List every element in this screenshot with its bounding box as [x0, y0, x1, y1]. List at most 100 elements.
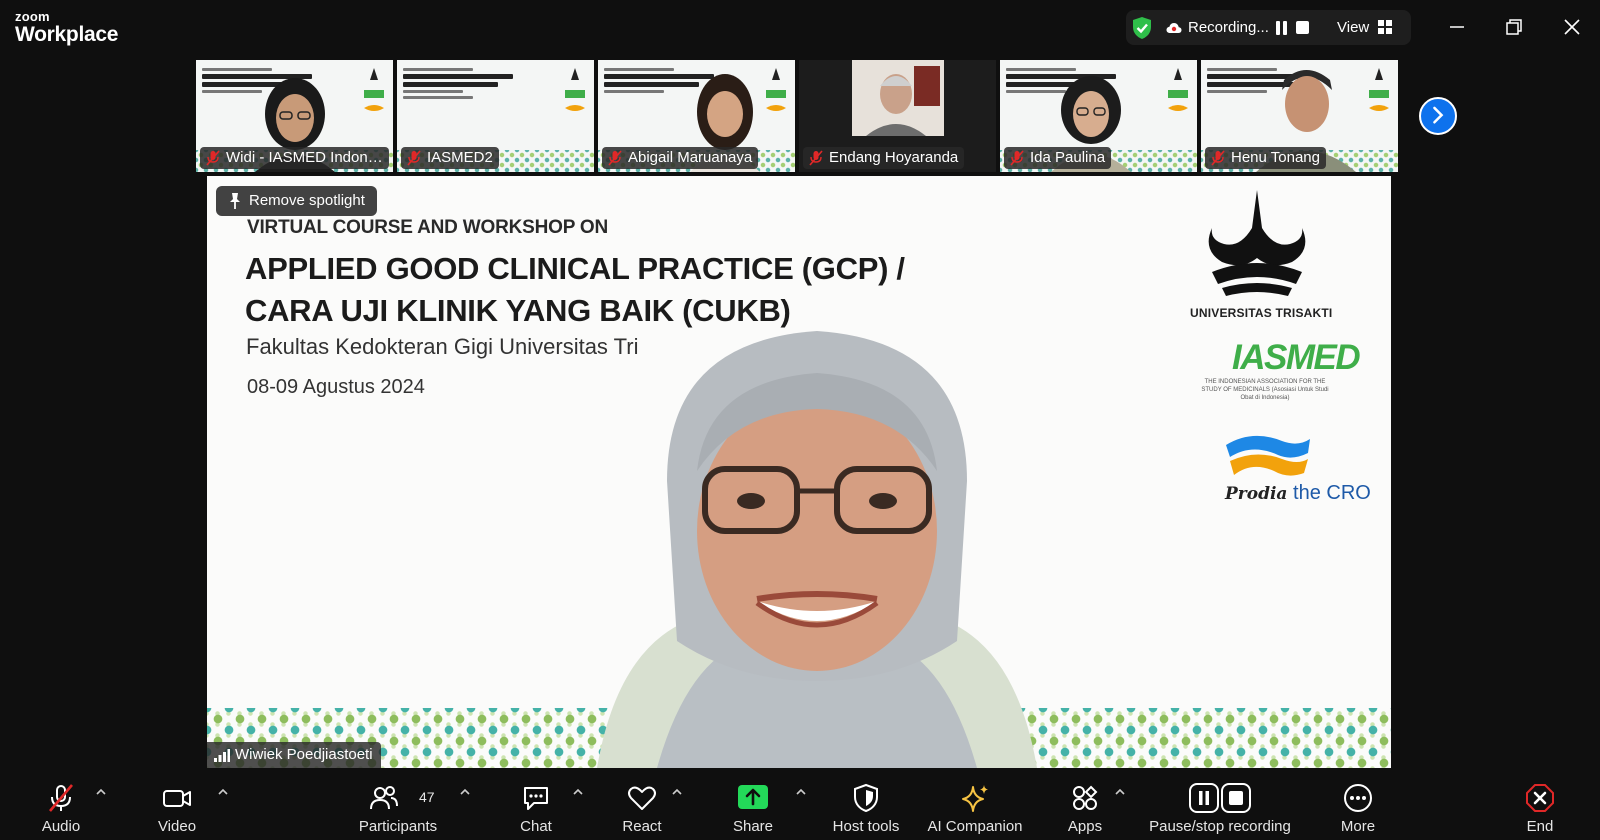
video-button[interactable]: Video: [146, 770, 208, 840]
meeting-toolbar: Audio Video Participants 47 Chat React S…: [0, 770, 1600, 840]
participant-name: IASMED2: [427, 149, 493, 166]
cro-suffix: the CRO: [1293, 482, 1371, 504]
participant-name: Henu Tonang: [1231, 149, 1320, 166]
trisakti-logo-icon: [1208, 190, 1306, 296]
pin-icon: [230, 193, 240, 209]
audio-options-chevron-up-icon[interactable]: [95, 788, 107, 796]
apps-button[interactable]: Apps: [1054, 770, 1116, 840]
react-options-chevron-up-icon[interactable]: [671, 788, 683, 796]
grid-view-icon[interactable]: [1378, 20, 1392, 34]
thumbnail-tile[interactable]: IASMED2: [397, 60, 594, 172]
signal-bars-icon: [214, 749, 230, 762]
ai-sparkle-icon: [962, 785, 988, 812]
pause-stop-recording-icon: [1189, 783, 1251, 813]
participant-name: Endang Hoyaranda: [829, 149, 959, 166]
stop-recording-icon[interactable]: [1296, 21, 1309, 34]
prodia-cro-logo-text: Prodia the CRO: [1225, 482, 1371, 505]
share-options-chevron-up-icon[interactable]: [795, 788, 807, 796]
prodia-cro-wave-icon: [1226, 435, 1310, 476]
mic-muted-icon: [49, 784, 73, 812]
apps-icon: [1073, 785, 1098, 810]
restore-icon[interactable]: [1499, 12, 1529, 42]
slide-title-line-1: APPLIED GOOD CLINICAL PRACTICE (GCP) /: [245, 251, 905, 286]
video-label: Video: [157, 818, 197, 835]
more-icon: [1344, 784, 1372, 812]
thumbnail-tile[interactable]: Henu Tonang: [1201, 60, 1398, 172]
close-icon[interactable]: [1557, 12, 1587, 42]
participant-name-tag: Widi - IASMED Indone...: [200, 147, 389, 169]
participant-name-tag: Abigail Maruanaya: [602, 147, 759, 169]
participant-name-tag: IASMED2: [401, 147, 499, 169]
react-label: React: [622, 818, 662, 835]
thumbnail-tile[interactable]: Abigail Maruanaya: [598, 60, 795, 172]
participants-icon: [370, 786, 398, 810]
slide-logos-mini: [1168, 68, 1188, 111]
audio-button[interactable]: Audio: [30, 770, 92, 840]
trisakti-logo-text: UNIVERSITAS TRISAKTI: [1190, 306, 1333, 320]
pause-stop-recording-label: Pause/stop recording: [1149, 818, 1291, 835]
slide-subtitle: VIRTUAL COURSE AND WORKSHOP ON: [247, 217, 609, 238]
end-meeting-button[interactable]: End: [1509, 770, 1571, 840]
share-screen-icon: [738, 785, 768, 809]
recording-status: Recording...: [1188, 19, 1269, 36]
presenter-video: [597, 331, 1037, 768]
participant-name-tag: Ida Paulina: [1004, 147, 1112, 169]
video-camera-icon: [163, 790, 191, 807]
title-bar: zoom Workplace Recording... View: [0, 0, 1600, 56]
ai-companion-button[interactable]: AI Companion: [922, 770, 1028, 840]
heart-icon: [628, 786, 656, 810]
thumbnail-tile[interactable]: Widi - IASMED Indone...: [196, 60, 393, 172]
audio-label: Audio: [41, 818, 81, 835]
end-close-icon: [1526, 784, 1554, 812]
remove-spotlight-label: Remove spotlight: [249, 192, 365, 209]
prodia-brand: Prodia: [1225, 484, 1288, 504]
participant-thumbnail-strip: Widi - IASMED Indone... IASMED2 Abigail …: [196, 60, 1401, 172]
react-button[interactable]: React: [611, 770, 673, 840]
chat-label: Chat: [520, 818, 552, 835]
view-button[interactable]: View: [1337, 19, 1369, 36]
minimize-icon[interactable]: [1442, 12, 1472, 42]
mic-muted-icon: [608, 150, 622, 166]
host-tools-button[interactable]: Host tools: [826, 770, 906, 840]
brand-zoom: zoom: [15, 9, 50, 24]
participant-name: Widi - IASMED Indone...: [226, 149, 389, 166]
pause-recording-icon[interactable]: [1276, 21, 1288, 35]
iasmed-logo: IASMED: [1232, 338, 1361, 377]
next-page-chevron-icon[interactable]: [1419, 97, 1457, 135]
participant-video: [851, 60, 944, 136]
slide-logos-mini: [1369, 68, 1389, 111]
apps-options-chevron-up-icon[interactable]: [1114, 788, 1126, 796]
brand-workplace: Workplace: [15, 23, 119, 46]
mic-muted-icon: [206, 150, 220, 166]
end-label: End: [1526, 818, 1554, 835]
pause-stop-recording-button[interactable]: Pause/stop recording: [1144, 770, 1296, 840]
participant-name: Abigail Maruanaya: [628, 149, 753, 166]
cloud-recording-icon: [1166, 23, 1182, 33]
thumbnail-tile[interactable]: Endang Hoyaranda: [799, 60, 996, 172]
mic-muted-icon: [407, 150, 421, 166]
mic-muted-icon: [1010, 150, 1024, 166]
speaker-name-tag: Wiwiek Poedjiastoeti: [207, 742, 381, 768]
slide-title: APPLIED GOOD CLINICAL PRACTICE (GCP) / C…: [245, 248, 945, 332]
participants-button[interactable]: Participants: [352, 770, 444, 840]
share-button[interactable]: Share: [722, 770, 784, 840]
remove-spotlight-button[interactable]: Remove spotlight: [216, 186, 377, 216]
mic-muted-icon: [809, 150, 823, 166]
chat-options-chevron-up-icon[interactable]: [572, 788, 584, 796]
apps-label: Apps: [1067, 818, 1103, 835]
encryption-shield-icon[interactable]: [1131, 16, 1153, 40]
thumbnail-tile[interactable]: Ida Paulina: [1000, 60, 1197, 172]
shield-icon: [854, 783, 878, 813]
chat-button[interactable]: Chat: [505, 770, 567, 840]
participants-options-chevron-up-icon[interactable]: [459, 788, 471, 796]
mic-muted-icon: [1211, 150, 1225, 166]
host-tools-label: Host tools: [832, 818, 900, 835]
spotlight-video[interactable]: VIRTUAL COURSE AND WORKSHOP ON APPLIED G…: [207, 176, 1391, 768]
slide-date: 08-09 Agustus 2024: [247, 376, 425, 398]
more-button[interactable]: More: [1327, 770, 1389, 840]
participant-name-tag: Henu Tonang: [1205, 147, 1326, 169]
zoom-workplace-logo: zoom Workplace: [15, 10, 118, 45]
speaker-name: Wiwiek Poedjiastoeti: [235, 746, 373, 763]
slide-preview: [403, 68, 523, 102]
video-options-chevron-up-icon[interactable]: [217, 788, 229, 796]
